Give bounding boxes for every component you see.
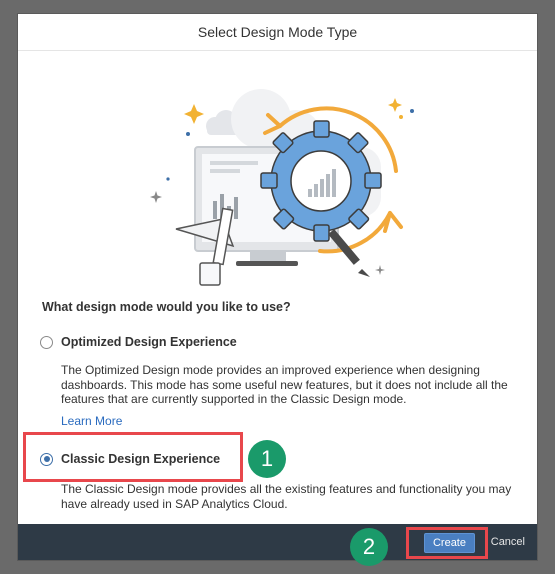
question-text: What design mode would you like to use? bbox=[42, 300, 291, 314]
highlight-box-create bbox=[406, 527, 488, 559]
option-optimized-description: The Optimized Design mode provides an im… bbox=[61, 363, 508, 406]
option-optimized-label: Optimized Design Experience bbox=[61, 335, 237, 349]
option-optimized[interactable]: Optimized Design Experience bbox=[40, 335, 237, 349]
highlight-box-classic bbox=[23, 432, 243, 482]
step-badge-1: 1 bbox=[248, 440, 286, 478]
learn-more-link[interactable]: Learn More bbox=[61, 414, 122, 428]
cancel-button[interactable]: Cancel bbox=[491, 533, 525, 551]
option-classic-description: The Classic Design mode provides all the… bbox=[61, 482, 512, 511]
design-illustration bbox=[150, 89, 414, 286]
gear-icon bbox=[260, 120, 382, 242]
dialog-title: Select Design Mode Type bbox=[18, 14, 537, 51]
step-badge-2: 2 bbox=[350, 528, 388, 566]
radio-optimized[interactable] bbox=[40, 335, 53, 349]
